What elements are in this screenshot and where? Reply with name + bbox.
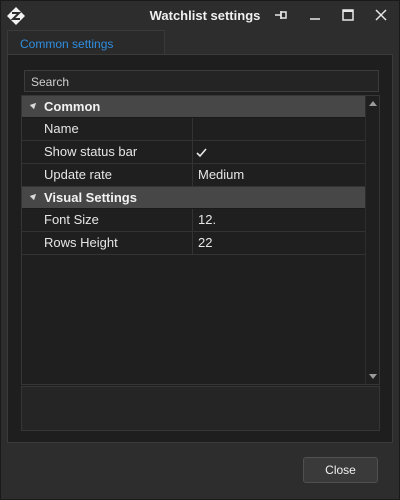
- update-rate-select[interactable]: Medium: [198, 164, 244, 186]
- minimize-button[interactable]: [303, 5, 327, 25]
- property-row-rows-height[interactable]: Rows Height 22: [22, 232, 366, 255]
- property-grid: Common Name Show status bar Update rate …: [21, 95, 380, 385]
- tab-common-settings[interactable]: Common settings: [7, 30, 165, 55]
- pin-icon: [275, 11, 287, 19]
- rows-height-field[interactable]: 22: [198, 232, 212, 254]
- property-name: Font Size: [44, 212, 99, 227]
- close-window-button[interactable]: [369, 5, 393, 25]
- font-size-field[interactable]: 12.: [198, 209, 216, 231]
- property-name: Show status bar: [44, 144, 138, 159]
- vertical-scrollbar[interactable]: [365, 96, 379, 384]
- checkmark-icon[interactable]: [195, 146, 208, 159]
- category-label: Common: [44, 99, 101, 114]
- row-gutter: [22, 232, 36, 254]
- row-gutter: [22, 118, 36, 140]
- property-row-show-status-bar[interactable]: Show status bar: [22, 141, 366, 164]
- collapse-triangle-icon[interactable]: [29, 191, 39, 201]
- row-gutter: [22, 141, 36, 163]
- property-name: Update rate: [44, 167, 112, 182]
- property-name: Rows Height: [44, 235, 118, 250]
- title-bar[interactable]: Watchlist settings: [1, 1, 399, 30]
- close-button[interactable]: Close: [303, 457, 378, 483]
- minimize-icon: [310, 18, 320, 20]
- maximize-button[interactable]: [336, 5, 360, 25]
- row-gutter: [22, 164, 36, 186]
- collapse-triangle-icon[interactable]: [29, 100, 39, 110]
- category-label: Visual Settings: [44, 190, 137, 205]
- maximize-icon: [342, 9, 354, 21]
- property-row-font-size[interactable]: Font Size 12.: [22, 209, 366, 232]
- close-icon: [375, 9, 387, 21]
- property-name: Name: [44, 121, 79, 136]
- column-divider: [192, 209, 193, 231]
- row-gutter: [22, 209, 36, 231]
- category-visual-settings[interactable]: Visual Settings: [22, 187, 366, 209]
- column-divider: [192, 118, 193, 140]
- settings-panel: Search Common Name Show status bar Updat…: [7, 54, 393, 443]
- description-panel: [21, 386, 380, 431]
- column-divider: [192, 141, 193, 163]
- scroll-up-arrow-icon[interactable]: [369, 101, 377, 106]
- scroll-down-arrow-icon[interactable]: [369, 374, 377, 379]
- property-row-update-rate[interactable]: Update rate Medium: [22, 164, 366, 187]
- column-divider: [192, 232, 193, 254]
- property-row-name[interactable]: Name: [22, 118, 366, 141]
- tab-strip: Common settings: [7, 30, 393, 55]
- settings-window: Watchlist settings Common settings Searc…: [0, 0, 400, 500]
- category-common[interactable]: Common: [22, 96, 366, 118]
- pin-button[interactable]: [269, 5, 293, 25]
- search-input[interactable]: Search: [24, 70, 379, 92]
- property-rows: Common Name Show status bar Update rate …: [22, 96, 366, 255]
- column-divider: [192, 164, 193, 186]
